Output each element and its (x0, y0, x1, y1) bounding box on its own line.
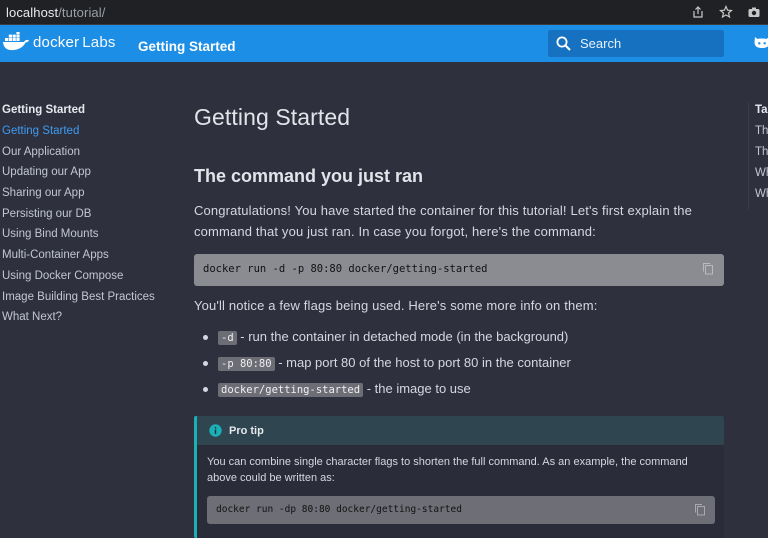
command-code-block: docker run -d -p 80:80 docker/getting-st… (194, 254, 724, 286)
docker-labs-logo[interactable]: docker Labs (2, 32, 116, 52)
pro-tip-line: above could be written as: (207, 472, 335, 484)
sidebar-item-using-bind-mounts[interactable]: Using Bind Mounts (2, 226, 172, 247)
pro-tip-box: Pro tip You can combine single character… (194, 416, 724, 538)
inline-code: -p 80:80 (218, 357, 275, 371)
browser-toolbar: localhost/tutorial/ (0, 0, 768, 24)
sidebar-nav: Getting Started Getting Started Our Appl… (2, 102, 172, 330)
toc-title: Ta (755, 104, 768, 116)
sidebar-item-using-docker-compose[interactable]: Using Docker Compose (2, 268, 172, 289)
table-of-contents: Ta Th Th Wh Wh (748, 102, 768, 210)
inline-code: -d (218, 331, 237, 345)
sidebar-item-our-application[interactable]: Our Application (2, 144, 172, 165)
toc-item[interactable]: Wh (755, 186, 768, 207)
sidebar-item-multi-container-apps[interactable]: Multi-Container Apps (2, 247, 172, 268)
list-item: -d - run the container in detached mode … (194, 326, 724, 352)
url-path: /tutorial/ (58, 4, 106, 20)
site-header: docker Labs Getting Started (0, 25, 768, 62)
pro-tip-text: You can combine single character flags t… (207, 454, 712, 486)
search-input[interactable] (580, 36, 720, 51)
bullet-text: - run the container in detached mode (in… (236, 329, 569, 344)
docker-whale-icon (3, 32, 29, 51)
star-icon[interactable] (712, 0, 740, 24)
intro-line: Congratulations! You have started the co… (194, 203, 692, 218)
copy-icon[interactable] (694, 503, 706, 521)
inline-code: docker/getting-started (218, 383, 364, 397)
sidebar-item-what-next[interactable]: What Next? (2, 309, 172, 330)
header-title: Getting Started (138, 39, 236, 54)
intro-paragraph: Congratulations! You have started the co… (194, 201, 724, 242)
main-content: Getting Started The command you just ran… (194, 100, 724, 538)
toc-item[interactable]: Th (755, 144, 768, 165)
url-host: localhost (6, 4, 59, 20)
sidebar-item-image-building-best-practices[interactable]: Image Building Best Practices (2, 289, 172, 310)
search-icon (556, 36, 571, 51)
brand-labs: Labs (82, 33, 116, 51)
pro-tip-title: Pro tip (229, 424, 264, 437)
pro-tip-command: docker run -dp 80:80 docker/getting-star… (216, 504, 462, 515)
sidebar-item-getting-started[interactable]: Getting Started (2, 123, 172, 144)
bullet-text: - the image to use (363, 381, 471, 396)
search-box[interactable] (548, 30, 724, 57)
pro-tip-line: You can combine single character flags t… (207, 456, 688, 468)
brand-docker: docker (33, 33, 80, 51)
bullet-text: - map port 80 of the host to port 80 in … (274, 355, 571, 370)
github-icon[interactable] (752, 33, 768, 57)
command-code: docker run -d -p 80:80 docker/getting-st… (203, 263, 488, 275)
intro-line: command that you just ran. In case you f… (194, 223, 596, 239)
sidebar-heading: Getting Started (2, 104, 86, 116)
address-bar[interactable]: localhost/tutorial/ (6, 5, 105, 20)
section-title: The command you just ran (194, 166, 424, 186)
copy-icon[interactable] (702, 262, 714, 280)
flags-list: -d - run the container in detached mode … (194, 326, 724, 404)
camera-icon[interactable] (740, 0, 768, 24)
info-icon (209, 424, 222, 437)
share-icon[interactable] (684, 0, 712, 24)
page-title: Getting Started (194, 104, 351, 130)
list-item: -p 80:80 - map port 80 of the host to po… (194, 352, 724, 378)
sidebar-item-persisting-our-db[interactable]: Persisting our DB (2, 206, 172, 227)
toc-item[interactable]: Th (755, 123, 768, 144)
sidebar-item-sharing-our-app[interactable]: Sharing our App (2, 185, 172, 206)
pro-tip-code-block: docker run -dp 80:80 docker/getting-star… (207, 496, 715, 524)
flags-intro: You'll notice a few flags being used. He… (194, 298, 598, 313)
sidebar-item-updating-our-app[interactable]: Updating our App (2, 164, 172, 185)
pro-tip-header: Pro tip (197, 416, 724, 445)
toc-item[interactable]: Wh (755, 165, 768, 186)
list-item: docker/getting-started - the image to us… (194, 378, 724, 404)
